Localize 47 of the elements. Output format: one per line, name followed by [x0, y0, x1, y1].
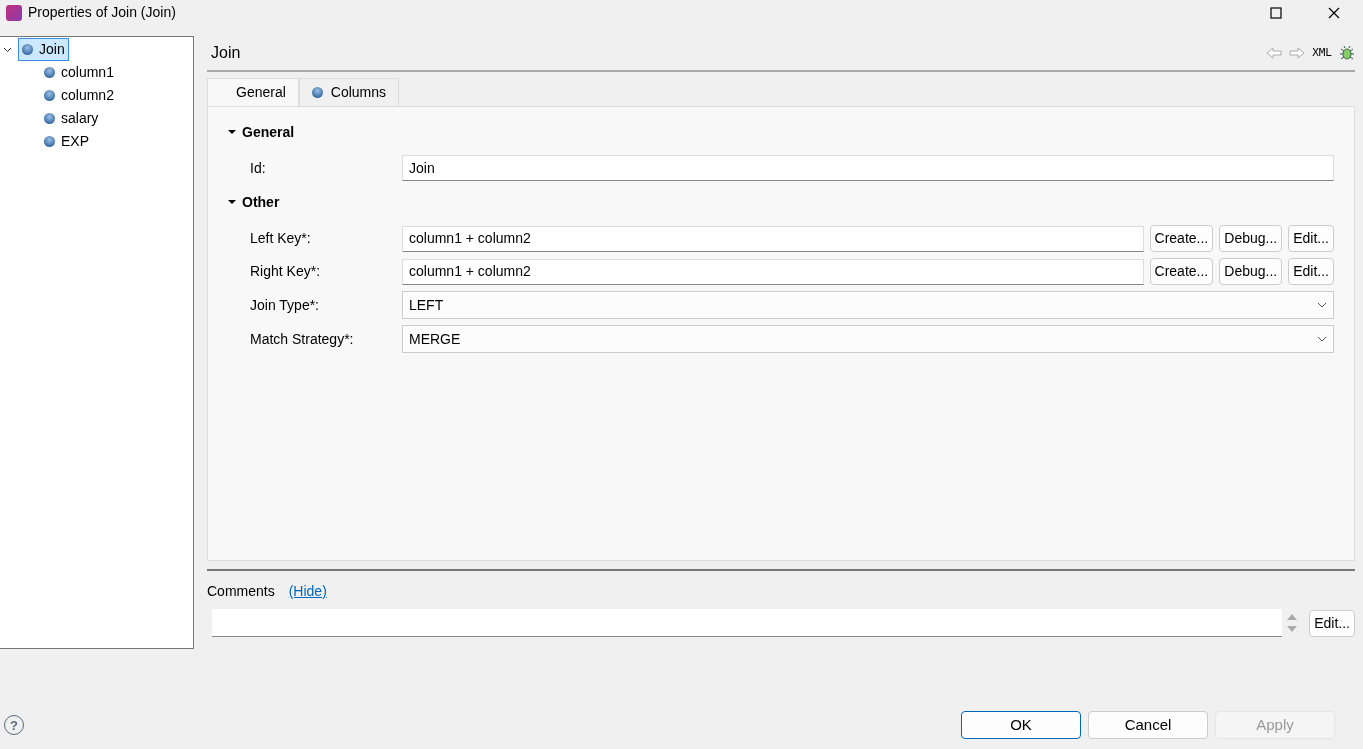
hide-link[interactable]: (Hide)	[288, 581, 327, 602]
action-button[interactable]: Create...	[1149, 225, 1214, 252]
field-label: Match Strategy*:	[250, 329, 355, 349]
node-icon	[44, 136, 55, 147]
section-title[interactable]: General	[242, 121, 295, 143]
node-icon	[44, 67, 55, 78]
comments-label: Comments	[207, 582, 275, 601]
field-label: Join Type*:	[250, 295, 320, 315]
tree-item[interactable]: Join	[18, 38, 69, 61]
bug-icon	[1339, 45, 1355, 61]
xml-button[interactable]: XML	[1312, 44, 1332, 62]
app-logo-icon	[6, 4, 22, 21]
edit-button[interactable]: Edit...	[1309, 609, 1355, 637]
field-label: Right Key*:	[250, 262, 322, 281]
tree-item[interactable]: column2	[40, 84, 118, 107]
section-title[interactable]: Other	[242, 191, 280, 213]
dialog-button[interactable]: OK	[961, 711, 1081, 739]
tab[interactable]: Columns	[298, 78, 400, 106]
action-button[interactable]: Create...	[1149, 258, 1214, 285]
tree-item[interactable]: EXP	[40, 130, 93, 153]
close-icon	[1328, 6, 1340, 19]
dialog-button[interactable]: Cancel	[1088, 711, 1208, 739]
dropdown[interactable]: LEFT	[402, 291, 1334, 319]
input-field[interactable]: Join	[402, 155, 1334, 181]
dropdown[interactable]: MERGE	[402, 325, 1334, 353]
action-button[interactable]: Edit...	[1288, 225, 1334, 252]
chevron-down-icon	[1317, 302, 1327, 308]
action-button[interactable]: Debug...	[1219, 225, 1283, 252]
maximize-icon	[1270, 6, 1282, 19]
input-field[interactable]: column1 + column2	[402, 258, 1144, 285]
chevron-down-icon	[1317, 336, 1327, 342]
window-title: Properties of Join (Join)	[28, 3, 177, 22]
node-icon	[44, 90, 55, 101]
action-button[interactable]: Debug...	[1219, 258, 1283, 285]
action-button[interactable]: Edit...	[1288, 258, 1334, 285]
back-arrow-icon	[1266, 47, 1283, 59]
node-icon	[22, 44, 33, 55]
node-icon	[44, 113, 55, 124]
tree-item[interactable]: column1	[40, 61, 118, 84]
field-label: Left Key*:	[250, 229, 312, 248]
field-label: Id:	[250, 158, 267, 178]
forward-arrow-icon	[1289, 47, 1306, 59]
tree-item[interactable]: salary	[40, 107, 103, 130]
page-title: Join	[211, 43, 241, 63]
tab[interactable]: General	[207, 78, 299, 106]
comments-field[interactable]	[212, 609, 1303, 637]
input-field[interactable]: column1 + column2	[402, 225, 1144, 252]
